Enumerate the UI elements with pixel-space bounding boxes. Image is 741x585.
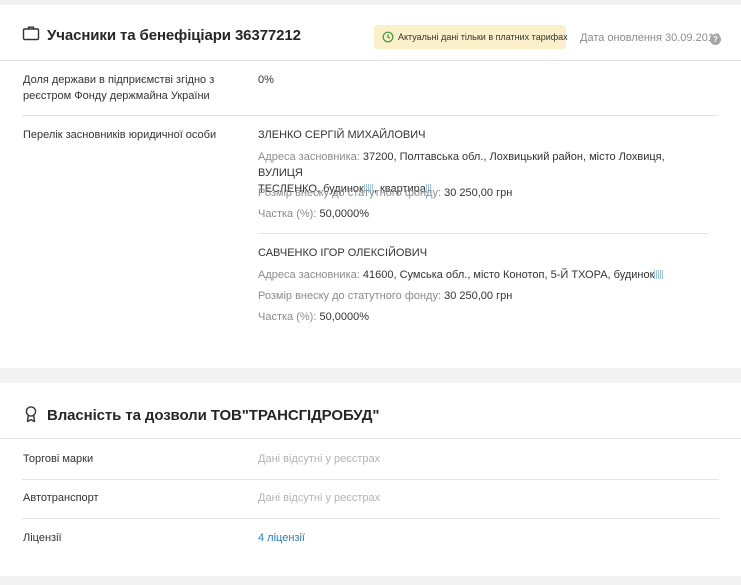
participants-card: Учасники та бенефіціари 36377212 Актуаль… xyxy=(0,5,741,368)
trademarks-label: Торгові марки xyxy=(23,453,94,465)
help-icon[interactable]: ? xyxy=(710,34,721,45)
founder-contribution: Розмір внеску до статутного фонду: 30 25… xyxy=(258,288,512,304)
founder-share: Частка (%): 50,0000% xyxy=(258,206,369,222)
briefcase-icon xyxy=(22,26,40,41)
header-divider xyxy=(0,60,741,61)
ownership-header: Власність та дозволи ТОВ"ТРАНСГІДРОБУД" xyxy=(0,383,741,439)
masked-data-icon[interactable] xyxy=(654,270,665,279)
paid-tariff-notice-text: Актуальні дані тільки в платних тарифах xyxy=(398,32,568,42)
vehicles-label: Автотранспорт xyxy=(23,492,99,504)
state-share-label: Доля держави в підприємстві згідно з реє… xyxy=(23,74,215,102)
founder-contribution-label: Розмір внеску до статутного фонду: xyxy=(258,290,442,302)
ownership-card: Власність та дозволи ТОВ"ТРАНСГІДРОБУД" … xyxy=(0,383,741,576)
row-divider xyxy=(22,479,719,480)
founder-share-value: 50,0000% xyxy=(319,311,369,323)
header-divider xyxy=(0,438,741,439)
trademarks-value: Дані відсутні у реєстрах xyxy=(258,453,381,465)
founder-contribution-value: 30 250,00 грн xyxy=(444,290,513,302)
participants-header: Учасники та бенефіціари 36377212 Актуаль… xyxy=(0,5,741,61)
founder-share: Частка (%): 50,0000% xyxy=(258,309,369,325)
founder-divider xyxy=(258,233,708,234)
ownership-title: Власність та дозволи ТОВ"ТРАНСГІДРОБУД" xyxy=(47,407,380,424)
participants-title: Учасники та бенефіціари 36377212 xyxy=(47,27,301,44)
state-share-value: 0% xyxy=(258,74,274,86)
award-icon xyxy=(25,406,37,423)
founder-address-label: Адреса засновника: xyxy=(258,269,360,281)
founder-name: САВЧЕНКО ІГОР ОЛЕКСІЙОВИЧ xyxy=(258,247,428,259)
founder-share-value: 50,0000% xyxy=(319,208,369,220)
paid-tariff-notice[interactable]: Актуальні дані тільки в платних тарифах xyxy=(374,25,568,49)
founder-contribution-label: Розмір внеску до статутного фонду: xyxy=(258,187,442,199)
founder-name: ЗЛЕНКО СЕРГІЙ МИХАЙЛОВИЧ xyxy=(258,129,426,141)
row-divider xyxy=(22,518,719,519)
founder-share-label: Частка (%): xyxy=(258,311,317,323)
founder-contribution: Розмір внеску до статутного фонду: 30 25… xyxy=(258,185,512,201)
founder-address: Адреса засновника: 41600, Сумська обл., … xyxy=(258,267,708,283)
licenses-label: Ліцензії xyxy=(23,532,62,544)
founder-share-label: Частка (%): xyxy=(258,208,317,220)
update-date: Дата оновлення 30.09.2019 xyxy=(580,32,721,44)
vehicles-value: Дані відсутні у реєстрах xyxy=(258,492,381,504)
founder-contribution-value: 30 250,00 грн xyxy=(444,187,513,199)
licenses-link[interactable]: 4 ліцензії xyxy=(258,530,305,546)
founder-address-line1: 41600, Сумська обл., місто Конотоп, 5-Й … xyxy=(362,269,655,281)
founder-address-label: Адреса засновника: xyxy=(258,151,360,163)
clock-icon xyxy=(382,31,394,43)
founders-label: Перелік засновників юридичної особи xyxy=(23,129,217,141)
row-divider xyxy=(22,115,719,116)
